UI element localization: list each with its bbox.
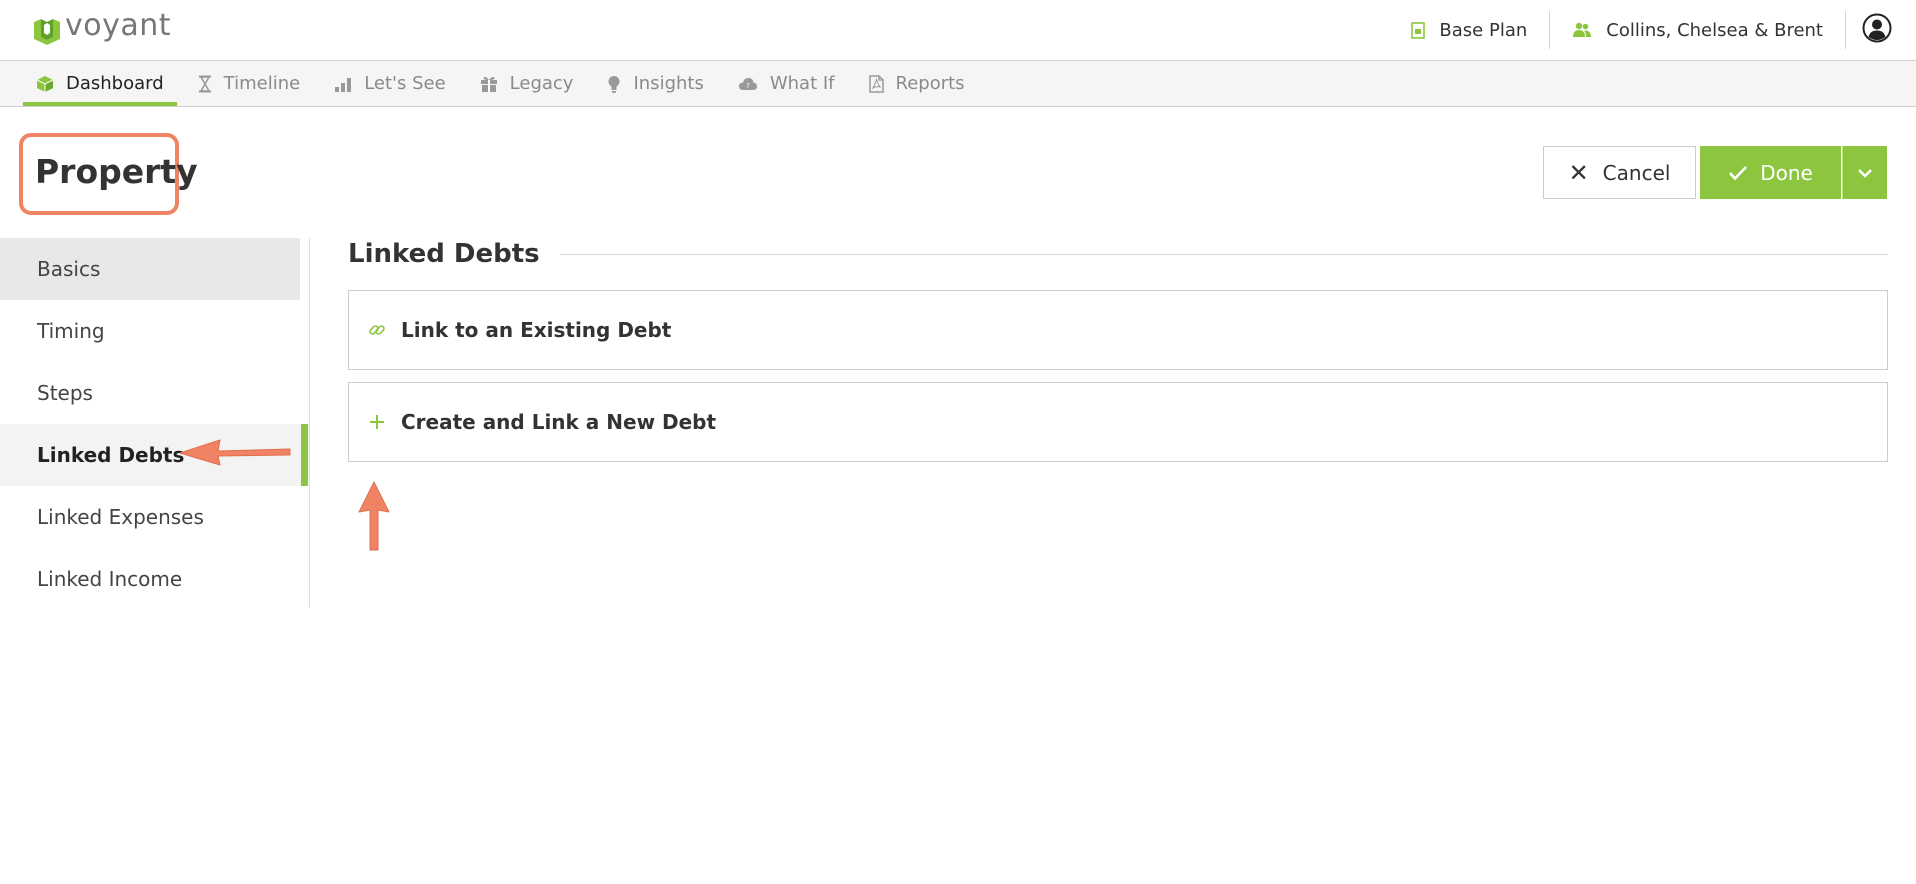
voyant-logo[interactable]: voyant [32,8,172,48]
sidebar-item-linked-income[interactable]: Linked Income [0,548,300,610]
check-icon [1728,165,1748,181]
main-navigation: Dashboard Timeline Let's See Legacy Insi… [0,61,1916,107]
sidebar-item-steps[interactable]: Steps [0,362,300,424]
done-label: Done [1760,160,1813,185]
logo-wordmark: voyant [65,8,172,43]
plan-icon [1411,21,1426,39]
account-menu-button[interactable] [1846,0,1916,60]
sidebar-item-timing[interactable]: Timing [0,300,300,362]
link-icon [367,321,387,339]
sidebar-item-label: Timing [37,319,105,343]
done-options-button[interactable] [1842,146,1887,199]
plan-selector[interactable]: Base Plan [1389,0,1549,60]
annotation-arrow-left [179,439,291,466]
tab-dashboard[interactable]: Dashboard [23,61,177,106]
sidebar-item-linked-expenses[interactable]: Linked Expenses [0,486,300,548]
chevron-down-icon [1857,163,1873,182]
tab-label: Let's See [364,73,446,94]
action-label: Link to an Existing Debt [401,318,672,342]
tab-what-if[interactable]: ? What If [725,61,848,106]
tab-label: Dashboard [66,73,164,94]
cube-icon [36,75,54,93]
tab-label: Reports [895,73,965,94]
cloud-icon: ? [738,76,758,92]
sidebar-item-label: Linked Income [37,567,183,591]
tab-label: Legacy [509,73,574,94]
section-title: Linked Debts [348,239,540,269]
tab-label: Timeline [223,73,301,94]
done-button[interactable]: Done [1700,146,1841,199]
section-header: Linked Debts [348,236,1888,272]
tab-timeline[interactable]: Timeline [185,61,314,106]
people-icon [1572,22,1592,38]
sidebar-item-label: Basics [37,257,101,281]
create-link-new-debt-button[interactable]: Create and Link a New Debt [348,382,1888,462]
sidebar-item-label: Steps [37,381,93,405]
link-existing-debt-button[interactable]: Link to an Existing Debt [348,290,1888,370]
action-label: Create and Link a New Debt [401,410,717,434]
bar-chart-icon [334,76,352,92]
sidebar-item-basics[interactable]: Basics [0,238,300,300]
tab-reports[interactable]: Reports [856,61,978,106]
sidebar-item-label: Linked Debts [37,443,185,467]
user-circle-icon [1862,13,1892,48]
header-actions: Base Plan Collins, Chelsea & Brent [1389,0,1916,60]
plus-icon [367,413,387,431]
sidebar-item-label: Linked Expenses [37,505,204,529]
tab-lets-see[interactable]: Let's See [321,61,458,106]
close-icon: ✕ [1568,158,1589,187]
cancel-button[interactable]: ✕ Cancel [1543,146,1696,199]
lightbulb-icon [607,75,621,93]
hourglass-icon [198,75,212,93]
tab-legacy[interactable]: Legacy [467,61,587,106]
client-selector[interactable]: Collins, Chelsea & Brent [1550,0,1845,60]
cancel-label: Cancel [1602,160,1671,185]
top-header: voyant Base Plan Collins, Chelsea & Bren… [0,0,1916,61]
gift-icon [480,75,498,93]
tab-label: What If [769,73,835,94]
voyant-logo-icon [34,19,60,45]
tab-insights[interactable]: Insights [594,61,716,106]
tab-label: Insights [633,73,704,94]
pdf-icon [868,74,884,93]
annotation-arrow-up [358,481,390,551]
svg-text:?: ? [746,82,750,90]
section-divider [559,253,1888,255]
section-sidebar: Basics Timing Steps Linked Debts Linked … [0,238,310,608]
plan-label: Base Plan [1439,19,1528,41]
client-label: Collins, Chelsea & Brent [1606,19,1823,41]
page-title: Property [19,133,198,215]
